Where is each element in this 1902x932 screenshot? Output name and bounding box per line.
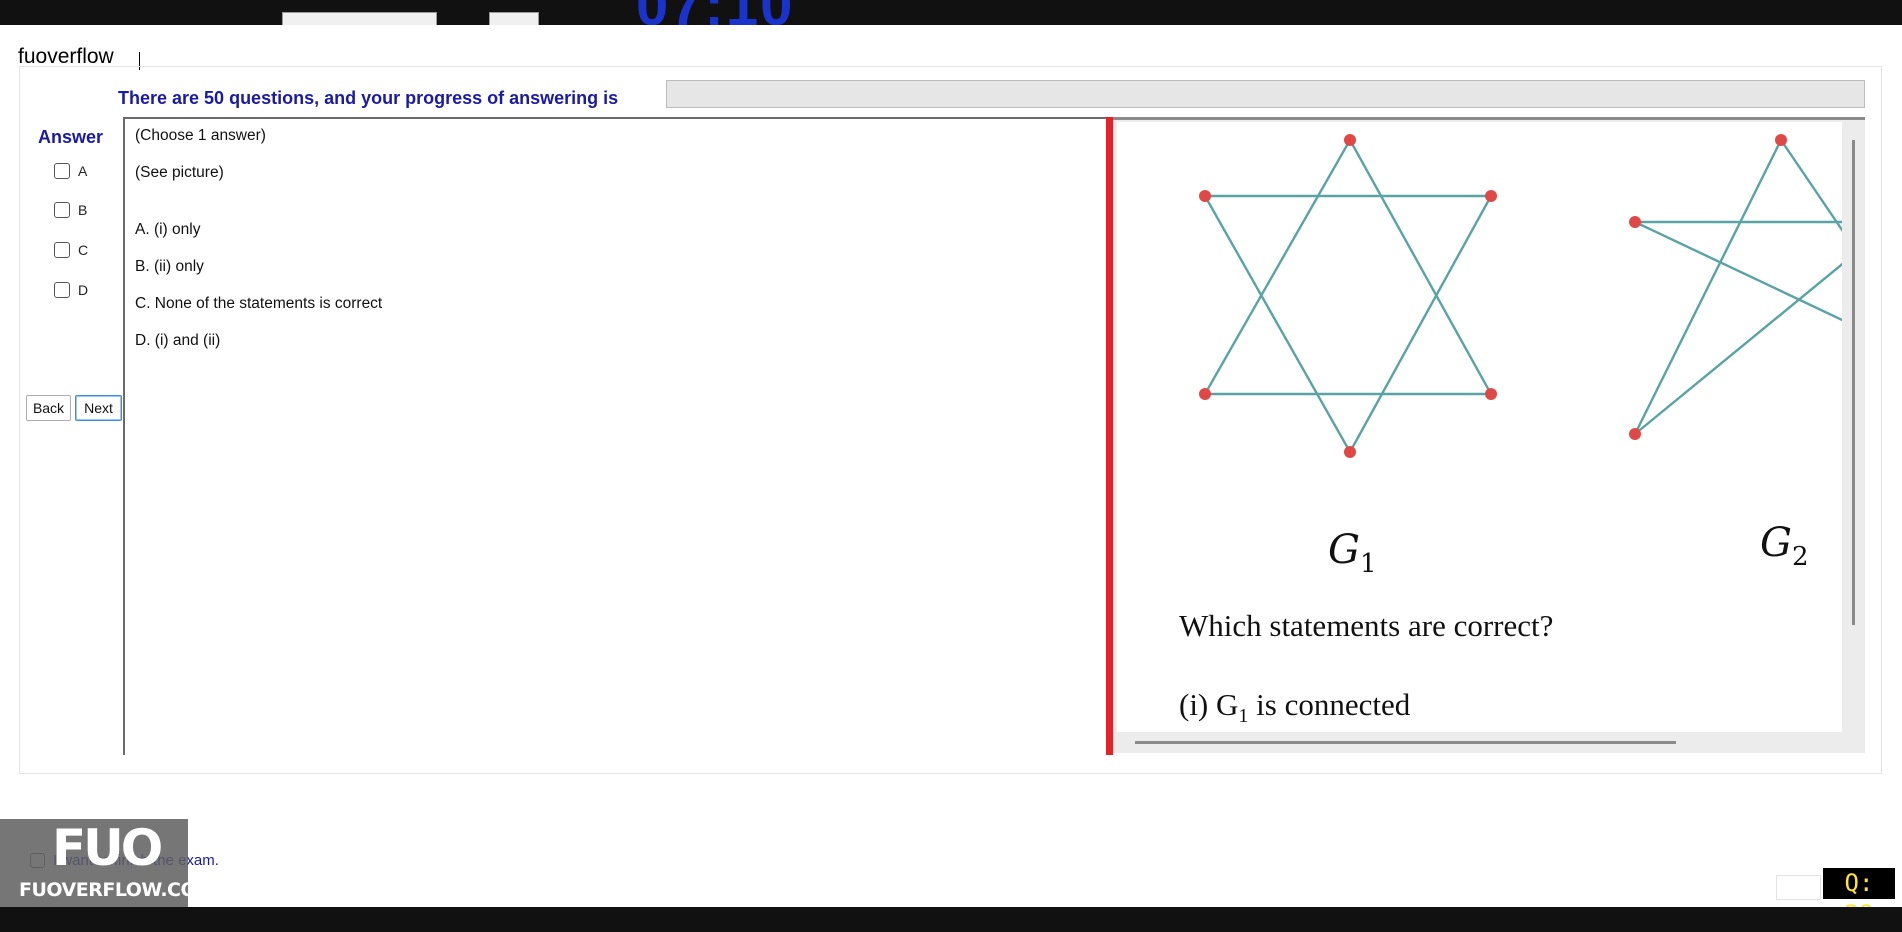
choice-b: B. (ii) only <box>135 258 204 275</box>
choice-d: D. (i) and (ii) <box>135 332 221 349</box>
graph-vertex <box>1199 190 1211 202</box>
next-button[interactable]: Next <box>75 395 122 421</box>
watermark-logo: FUO FUOVERFLOW.COM <box>0 819 215 907</box>
graph-label-g1: G1 <box>1328 527 1377 579</box>
choice-a: A. (i) only <box>135 221 201 238</box>
picture-question-text: Which statements are correct? <box>1179 608 1554 643</box>
panel-splitter[interactable] <box>1106 117 1113 755</box>
option-letter-c: C <box>78 242 89 258</box>
graph-vertex <box>1485 388 1497 400</box>
answer-option-b[interactable]: B <box>54 201 87 219</box>
answer-option-a[interactable]: A <box>54 162 87 180</box>
checkbox-a[interactable] <box>54 163 70 179</box>
top-control-button[interactable] <box>489 12 539 25</box>
answer-label: Answer <box>38 127 104 147</box>
top-bar: 07:10 <box>0 0 1902 25</box>
question-prompt: (See picture) <box>135 164 224 181</box>
graph-label-g2: G2 <box>1760 520 1809 572</box>
option-letter-a: A <box>78 163 88 179</box>
option-letter-b: B <box>78 202 88 218</box>
graph-vertex <box>1344 134 1356 146</box>
option-letter-d: D <box>78 282 89 298</box>
graph-vertex <box>1775 134 1787 146</box>
graph-vertex <box>1485 190 1497 202</box>
graph-edge <box>1203 195 1352 453</box>
logo-mark: FUO <box>52 819 163 877</box>
graph-vertex <box>1344 446 1356 458</box>
graph-vertex <box>1629 428 1641 440</box>
exam-timer: 07:10 <box>636 0 794 25</box>
small-input-field[interactable] <box>1776 875 1821 900</box>
graph-edge <box>1780 139 1842 233</box>
top-control-field[interactable] <box>282 12 437 25</box>
graph-vertex <box>1199 388 1211 400</box>
progress-bar <box>666 80 1865 108</box>
question-instruction: (Choose 1 answer) <box>135 127 266 144</box>
graph-edge <box>1634 262 1842 435</box>
answer-option-c[interactable]: C <box>54 241 88 259</box>
picture-vertical-scrollbar[interactable] <box>1852 140 1855 625</box>
picture-horizontal-scrollbar[interactable] <box>1135 741 1676 744</box>
graph-edge <box>1633 139 1783 435</box>
progress-label: There are 50 questions, and your progres… <box>118 88 619 108</box>
picture-statement-i: (i) G1 is connected <box>1179 687 1411 728</box>
checkbox-d[interactable] <box>54 282 70 298</box>
logo-text: FUOVERFLOW.COM <box>19 879 215 901</box>
checkbox-c[interactable] <box>54 242 70 258</box>
choice-c: C. None of the statements is correct <box>135 295 383 312</box>
bottom-bar <box>0 907 1902 932</box>
back-button[interactable]: Back <box>26 395 71 421</box>
graph-edge <box>1634 220 1842 322</box>
checkbox-b[interactable] <box>54 202 70 218</box>
question-panel: (Choose 1 answer) (See picture) A. (i) o… <box>123 117 1109 755</box>
graph-edge <box>1348 139 1493 395</box>
question-picture: G1 G2 Which statements are correct? (i) … <box>1117 122 1842 732</box>
answer-option-d[interactable]: D <box>54 281 88 299</box>
graph-vertex <box>1629 216 1641 228</box>
graph-edge <box>1203 139 1352 395</box>
question-counter: Q: 28 <box>1823 868 1895 928</box>
graph-edge <box>1348 195 1493 453</box>
